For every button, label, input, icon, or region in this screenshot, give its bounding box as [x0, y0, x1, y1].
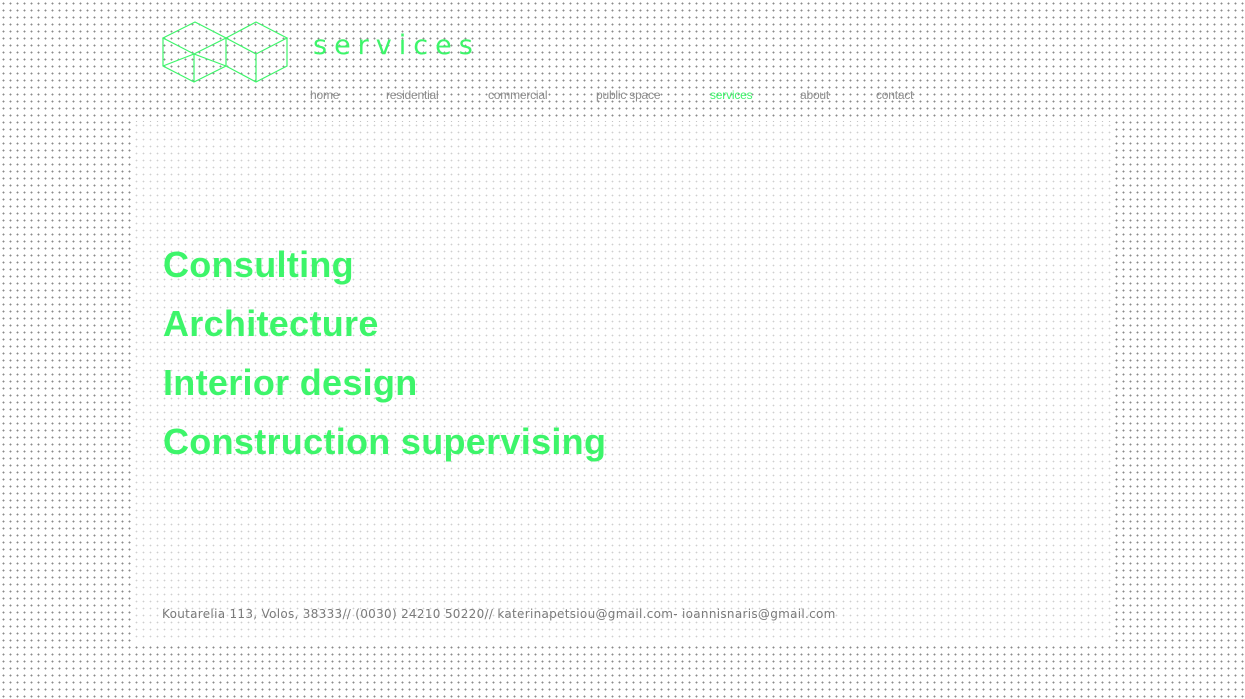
nav-item-commercial[interactable]: commercial	[488, 88, 548, 102]
nav-item-about[interactable]: about	[800, 88, 829, 102]
cubes-logo-icon[interactable]	[162, 20, 290, 84]
service-interior-design: Interior design	[163, 362, 418, 403]
nav-item-contact[interactable]: contact	[876, 88, 913, 102]
nav-item-services[interactable]: services	[710, 88, 753, 102]
nav-item-home[interactable]: home	[310, 88, 339, 102]
nav-item-residential[interactable]: residential	[386, 88, 439, 102]
nav-item-public-space[interactable]: public space	[596, 88, 661, 102]
main-nav: home residential commercial public space…	[0, 88, 1245, 104]
footer-contact-line: Koutarelia 113, Volos, 38333// (0030) 24…	[162, 607, 836, 621]
service-consulting: Consulting	[163, 244, 354, 285]
page-title: services	[313, 30, 480, 61]
service-construction-supervising: Construction supervising	[163, 421, 607, 462]
service-architecture: Architecture	[163, 303, 379, 344]
